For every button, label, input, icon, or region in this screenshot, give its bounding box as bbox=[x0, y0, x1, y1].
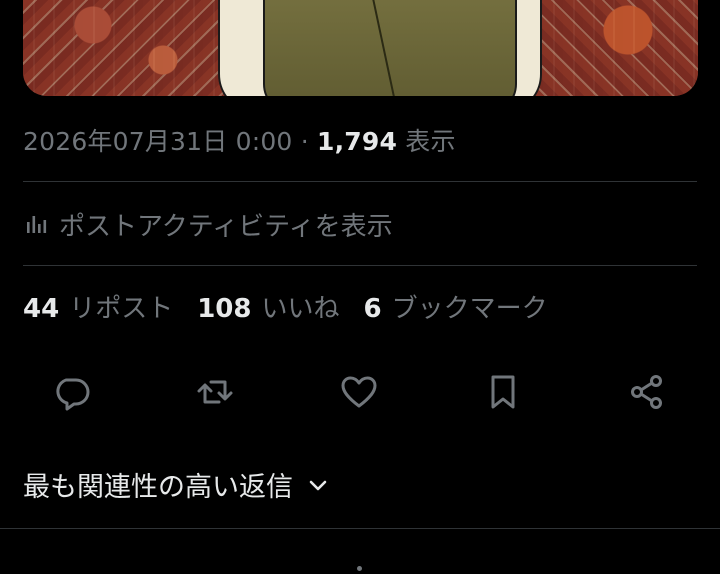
like-button[interactable] bbox=[337, 372, 381, 416]
bar-chart-icon bbox=[23, 211, 49, 237]
bookmark-icon bbox=[483, 372, 523, 416]
likes-label: いいね bbox=[261, 294, 340, 324]
reposts-label: リポスト bbox=[69, 294, 174, 324]
loading-indicator bbox=[357, 566, 362, 571]
views-label: 表示 bbox=[405, 127, 456, 156]
bookmarks-count: 6 bbox=[363, 294, 382, 324]
divider bbox=[23, 181, 697, 182]
bookmark-button[interactable] bbox=[481, 372, 525, 416]
tweet-timestamp[interactable]: 2026年07月31日 0:00 bbox=[23, 127, 293, 156]
tweet-meta: 2026年07月31日 0:00 · 1,794 表示 bbox=[23, 122, 456, 158]
speech-bubble-icon bbox=[51, 372, 91, 416]
repost-icon bbox=[195, 372, 235, 416]
reply-button[interactable] bbox=[49, 372, 93, 416]
heart-icon bbox=[339, 372, 379, 416]
reposts-count: 44 bbox=[23, 294, 60, 324]
reposts-stat[interactable]: 44 リポスト bbox=[23, 288, 173, 325]
views-count: 1,794 bbox=[317, 127, 398, 156]
likes-stat[interactable]: 108 いいね bbox=[197, 288, 339, 325]
media-background-pattern bbox=[23, 0, 223, 96]
bookmarks-stat[interactable]: 6 ブックマーク bbox=[364, 288, 548, 325]
engagement-stats: 44 リポスト 108 いいね 6 ブックマーク bbox=[23, 288, 572, 325]
divider bbox=[0, 528, 720, 529]
share-button[interactable] bbox=[625, 372, 669, 416]
replies-sort-label: 最も関連性の高い返信 bbox=[23, 472, 293, 503]
likes-count: 108 bbox=[197, 294, 252, 324]
meta-separator: · bbox=[300, 127, 309, 156]
tweet-media-image[interactable] bbox=[23, 0, 698, 96]
divider bbox=[23, 265, 697, 266]
tweet-action-bar bbox=[0, 370, 720, 418]
bookmarks-label: ブックマーク bbox=[391, 294, 548, 324]
view-post-activity-link[interactable]: ポストアクティビティを表示 bbox=[23, 204, 393, 244]
tweet-detail-page: 2026年07月31日 0:00 · 1,794 表示 ポストアクティビティを表… bbox=[0, 0, 720, 574]
replies-sort-dropdown[interactable]: 最も関連性の高い返信 bbox=[23, 465, 329, 504]
view-post-activity-label: ポストアクティビティを表示 bbox=[59, 211, 393, 242]
repost-button[interactable] bbox=[193, 372, 237, 416]
chevron-down-icon bbox=[307, 474, 329, 496]
share-icon bbox=[627, 372, 667, 416]
